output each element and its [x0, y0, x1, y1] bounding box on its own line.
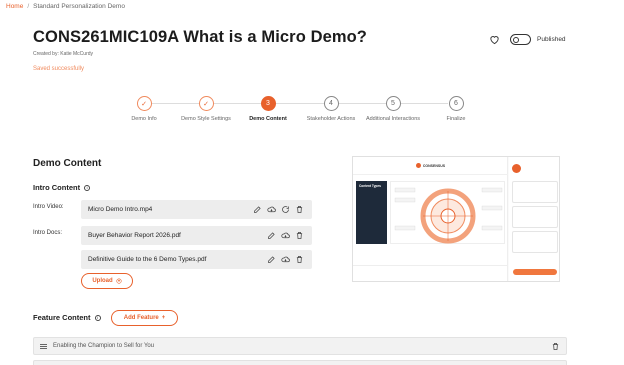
preview-header: CONSENSUS: [353, 157, 508, 175]
check-icon: ✓: [198, 96, 214, 111]
logo-icon: [415, 163, 421, 168]
trash-icon[interactable]: [295, 231, 304, 240]
step-label: Demo Content: [249, 116, 287, 122]
info-icon[interactable]: i: [94, 314, 101, 321]
step-number: 6: [448, 96, 464, 111]
preview-side-title: Content Types: [359, 184, 381, 188]
file-name: Buyer Behavior Report 2026.pdf: [88, 232, 181, 239]
preview-card: [512, 206, 558, 228]
drag-handle-icon[interactable]: [40, 343, 47, 349]
preview-card: [512, 181, 558, 203]
step-demo-style-settings[interactable]: ✓ Demo Style Settings: [176, 96, 236, 123]
intro-doc-row: Buyer Behavior Report 2026.pdf: [81, 226, 312, 245]
feature-content-heading: Feature Content i: [33, 313, 101, 322]
diagram-graphic: [394, 187, 503, 244]
step-label: Demo Info: [131, 116, 157, 122]
add-feature-button[interactable]: Add Feature +: [111, 310, 178, 326]
upload-label: Upload: [92, 278, 113, 284]
progress-stepper: ✓ Demo Info ✓ Demo Style Settings 3 Demo…: [120, 96, 480, 136]
section-title: Demo Content: [33, 158, 102, 169]
trash-icon[interactable]: [551, 342, 560, 351]
step-demo-content[interactable]: 3 Demo Content: [238, 96, 298, 123]
file-name: Definitive Guide to the 6 Demo Types.pdf: [88, 256, 207, 263]
breadcrumb-home-link[interactable]: Home: [6, 3, 23, 10]
trash-icon[interactable]: [295, 255, 304, 264]
intro-content-title: Intro Content: [33, 183, 81, 192]
demo-preview: CONSENSUS Content Types: [352, 156, 560, 282]
step-number: 5: [385, 96, 401, 111]
intro-content-heading: Intro Content i: [33, 183, 91, 192]
step-number: 4: [323, 96, 339, 111]
heart-icon[interactable]: [489, 34, 500, 45]
avatar: [512, 164, 521, 173]
step-number: 3: [260, 96, 276, 111]
page-title: CONS261MIC109A What is a Micro Demo?: [33, 28, 367, 46]
cloud-download-icon[interactable]: [267, 205, 276, 214]
step-label: Stakeholder Actions: [306, 116, 356, 122]
feature-row[interactable]: [33, 360, 567, 365]
publish-label: Published: [537, 36, 566, 43]
upload-button[interactable]: Upload: [81, 273, 133, 289]
step-label: Finalize: [446, 116, 466, 122]
preview-chat-panel: [509, 157, 559, 281]
preview-brand: CONSENSUS: [422, 163, 446, 168]
intro-docs-label: Intro Docs:: [33, 230, 63, 236]
step-finalize[interactable]: 6 Finalize: [426, 96, 486, 123]
upload-icon: [116, 278, 122, 284]
preview-button: [513, 269, 557, 275]
toggle-knob: [513, 36, 519, 43]
intro-video-row: Micro Demo Intro.mp4: [81, 200, 312, 219]
cloud-download-icon[interactable]: [281, 231, 290, 240]
preview-main: CONSENSUS Content Types: [353, 157, 508, 281]
step-additional-interactions[interactable]: 5 Additional Interactions: [363, 96, 423, 123]
add-feature-label: Add Feature: [123, 315, 159, 321]
preview-diagram: [390, 181, 505, 244]
edit-icon[interactable]: [253, 205, 262, 214]
preview-card: [512, 231, 558, 253]
intro-doc-row: Definitive Guide to the 6 Demo Types.pdf: [81, 250, 312, 269]
step-stakeholder-actions[interactable]: 4 Stakeholder Actions: [301, 96, 361, 123]
feature-row[interactable]: Enabling the Champion to Sell for You: [33, 337, 567, 355]
check-icon: ✓: [136, 96, 152, 111]
preview-footer: [353, 265, 508, 281]
step-demo-info[interactable]: ✓ Demo Info: [114, 96, 174, 123]
trash-icon[interactable]: [295, 205, 304, 214]
step-label: Demo Style Settings: [181, 116, 231, 122]
cloud-download-icon[interactable]: [281, 255, 290, 264]
plus-icon: +: [161, 315, 166, 321]
save-status: Saved successfully: [33, 66, 85, 72]
edit-icon[interactable]: [267, 255, 276, 264]
breadcrumb: Home / Standard Personalization Demo: [6, 3, 125, 10]
breadcrumb-current[interactable]: Standard Personalization Demo: [33, 3, 125, 10]
publish-toggle[interactable]: [510, 34, 531, 45]
breadcrumb-separator: /: [27, 3, 30, 10]
preview-side-panel: Content Types: [356, 181, 387, 244]
info-icon[interactable]: i: [84, 184, 91, 191]
edit-icon[interactable]: [267, 231, 276, 240]
feature-content-title: Feature Content: [33, 313, 91, 322]
file-name: Micro Demo Intro.mp4: [88, 206, 153, 213]
refresh-icon[interactable]: [281, 205, 290, 214]
feature-name: Enabling the Champion to Sell for You: [53, 343, 155, 349]
created-by: Created by: Katie McCurdy: [33, 51, 94, 57]
intro-video-label: Intro Video:: [33, 204, 64, 210]
step-label: Additional Interactions: [365, 116, 421, 122]
